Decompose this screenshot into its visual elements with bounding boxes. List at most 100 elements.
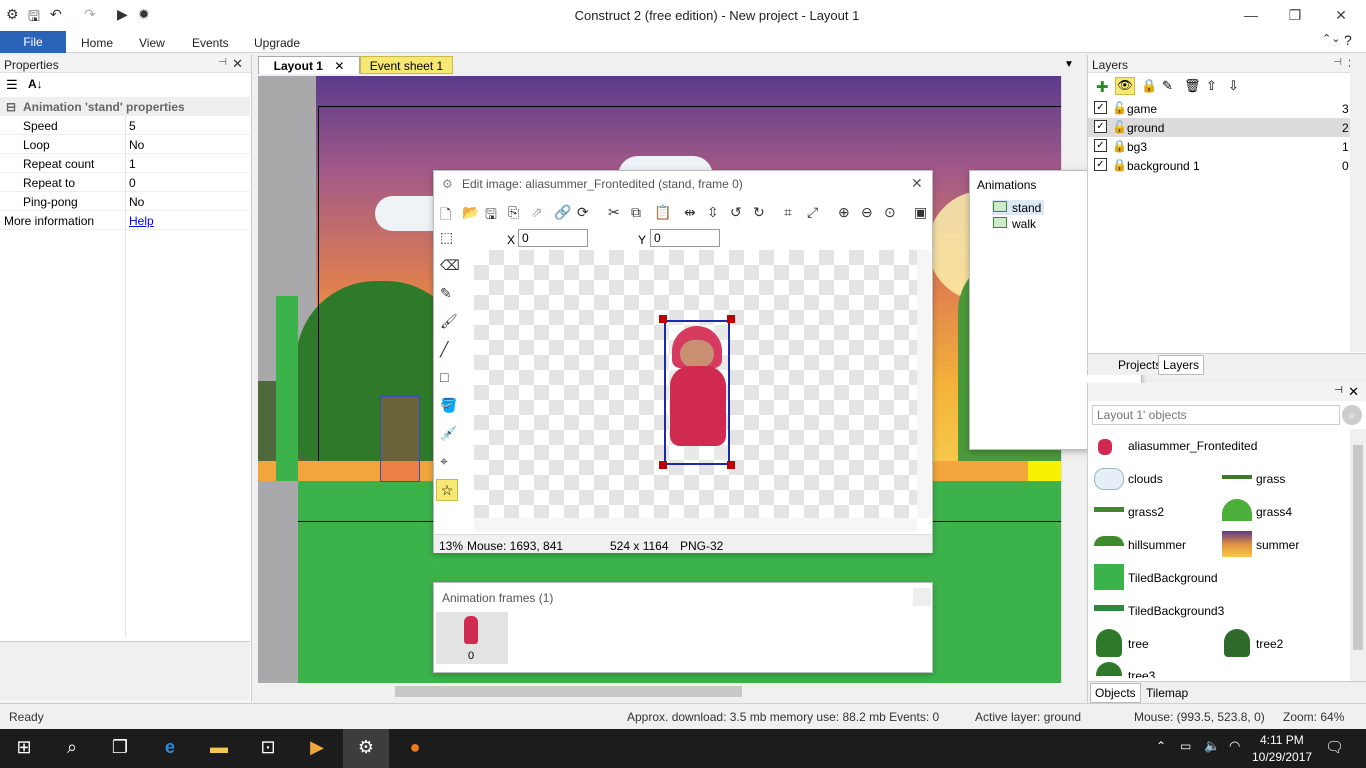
move-down-icon[interactable]: ⇩ <box>1228 78 1239 94</box>
brush-icon[interactable]: 🖌 <box>440 313 458 330</box>
flip-icon[interactable]: ⇳ <box>707 204 719 221</box>
search-icon[interactable]: ⌕ <box>57 737 87 758</box>
tab-projects[interactable]: Projects <box>1118 358 1161 372</box>
pin-icon[interactable]: ⊣ <box>1334 385 1343 396</box>
copy-icon[interactable]: ⧉ <box>631 204 641 221</box>
layer-row-game[interactable]: ✓ 🔓 game 3 <box>1088 99 1358 118</box>
eraser-icon[interactable]: ⌫ <box>440 257 460 274</box>
object-grass4[interactable]: grass4 <box>1256 505 1292 519</box>
pencil-icon[interactable]: ✎ <box>440 285 452 302</box>
close-icon[interactable]: ✕ <box>334 59 344 73</box>
tray-chevron-icon[interactable]: ⌃ <box>1156 739 1166 753</box>
tab-view[interactable]: View <box>139 36 165 50</box>
visible-checkbox[interactable]: ✓ <box>1094 120 1107 133</box>
network-icon[interactable]: ▭ <box>1180 739 1191 753</box>
unlocked-icon[interactable]: 🔓 <box>1112 120 1127 134</box>
firefox-icon[interactable]: ● <box>400 737 430 758</box>
object-hillsummer[interactable]: hillsummer <box>1128 538 1186 552</box>
color-picker-icon[interactable]: 💉 <box>440 425 457 442</box>
unlocked-icon[interactable]: 🔓 <box>1112 101 1127 115</box>
start-icon[interactable]: ⊞ <box>9 737 39 758</box>
tab-layout-1[interactable]: Layout 1 ✕ <box>258 56 360 74</box>
origin-icon[interactable]: ⌖ <box>440 453 448 470</box>
zoom-in-icon[interactable]: ⊕ <box>838 204 850 221</box>
x-input[interactable] <box>518 229 588 247</box>
new-icon[interactable]: 🗋 <box>440 204 451 228</box>
delete-icon[interactable]: 🗑 <box>1184 78 1201 94</box>
horizontal-scrollbar[interactable] <box>258 683 1061 700</box>
layer-row-bg3[interactable]: ✓ 🔒 bg3 1 <box>1088 137 1358 156</box>
pin-icon[interactable]: ⊣ <box>1333 57 1342 68</box>
edit-icon[interactable]: ✎ <box>1162 78 1173 94</box>
mirror-icon[interactable]: ⇹ <box>684 204 696 221</box>
image-points-icon[interactable]: ☆ <box>436 479 458 501</box>
prop-row-repeat-to[interactable]: Repeat to 0 <box>0 173 250 192</box>
rectangle-select-icon[interactable]: ⬚ <box>440 229 453 246</box>
help-link[interactable]: Help <box>129 214 154 228</box>
visible-checkbox[interactable]: ✓ <box>1094 101 1107 114</box>
prop-row-loop[interactable]: Loop No <box>0 135 250 154</box>
object-tree2[interactable]: tree2 <box>1256 637 1283 651</box>
categorized-icon[interactable]: ☰ <box>6 77 18 93</box>
sprite-image[interactable] <box>664 320 730 465</box>
export-icon[interactable]: ⇗ <box>531 204 543 221</box>
close-icon[interactable]: ✕ <box>1348 384 1359 400</box>
prop-value[interactable]: 1 <box>129 157 136 171</box>
frame-thumbnail[interactable]: 0 <box>436 612 508 664</box>
vertical-scrollbar[interactable] <box>1350 55 1366 352</box>
vertical-scrollbar[interactable] <box>1350 429 1366 681</box>
tab-dropdown-icon[interactable]: ▼ <box>1064 59 1074 70</box>
image-canvas[interactable] <box>474 250 917 518</box>
clock-time[interactable]: 4:11 PM <box>1260 733 1304 747</box>
object-summer[interactable]: summer <box>1256 538 1299 552</box>
y-input[interactable] <box>650 229 720 247</box>
object-aliasummer[interactable]: aliasummer_Frontedited <box>1128 439 1257 453</box>
help-icon[interactable]: ? <box>1344 32 1352 48</box>
construct-taskbar-button[interactable]: ⚙ <box>343 729 389 768</box>
search-icon[interactable]: ⌕ <box>1342 405 1362 425</box>
object-tree3[interactable]: tree3 <box>1128 669 1155 678</box>
object-tree[interactable]: tree <box>1128 637 1149 651</box>
zoom-out-icon[interactable]: ⊖ <box>861 204 873 221</box>
tab-event-sheet-1[interactable]: Event sheet 1 <box>360 56 453 74</box>
clock-date[interactable]: 10/29/2017 <box>1252 750 1312 764</box>
object-grass2[interactable]: grass2 <box>1128 505 1164 519</box>
close-icon[interactable]: ✕ <box>911 175 923 192</box>
tab-layers[interactable]: Layers <box>1158 355 1205 375</box>
layer-row-background-1[interactable]: ✓ 🔒 background 1 0 <box>1088 156 1358 175</box>
media-player-icon[interactable]: ▶ <box>302 737 332 758</box>
frames-close-button[interactable] <box>913 588 931 606</box>
paste-icon[interactable]: 📋 <box>654 204 671 221</box>
object-tiledbackground3[interactable]: TiledBackground3 <box>1128 604 1224 618</box>
edge-icon[interactable]: e <box>155 737 185 758</box>
visible-checkbox[interactable]: ✓ <box>1094 158 1107 171</box>
tab-events[interactable]: Events <box>192 36 229 50</box>
lock-icon[interactable]: 🔒 <box>1141 78 1157 94</box>
rotate-ccw-icon[interactable]: ↺ <box>730 204 742 221</box>
volume-icon[interactable]: 🔈 <box>1204 738 1220 754</box>
restore-button[interactable]: ❐ <box>1272 4 1318 28</box>
minimize-button[interactable]: — <box>1228 4 1274 28</box>
refresh-icon[interactable]: ⟳ <box>577 204 589 221</box>
store-icon[interactable]: ⊡ <box>253 737 283 758</box>
fill-icon[interactable]: 🪣 <box>440 397 457 414</box>
link-icon[interactable]: 🔗 <box>554 204 571 221</box>
file-tab[interactable]: File <box>0 31 66 53</box>
tab-tilemap[interactable]: Tilemap <box>1146 686 1188 700</box>
properties-section[interactable]: ⊟ Animation 'stand' properties <box>0 97 250 116</box>
rotate-cw-icon[interactable]: ↻ <box>753 204 765 221</box>
line-icon[interactable]: ╱ <box>440 341 448 358</box>
resize-icon[interactable]: ⤢ <box>807 204 818 221</box>
notifications-icon[interactable]: 🗨 <box>1325 738 1344 756</box>
tab-objects[interactable]: Objects <box>1090 683 1141 703</box>
animation-item-walk[interactable]: walk <box>992 216 1044 231</box>
prop-row-speed[interactable]: Speed 5 <box>0 116 250 135</box>
zoom-reset-icon[interactable]: ⊙ <box>884 204 896 221</box>
eye-icon[interactable]: 👁 <box>1115 77 1135 95</box>
horizontal-scrollbar[interactable] <box>474 518 917 532</box>
animation-item-stand[interactable]: stand <box>992 200 1044 215</box>
save-as-icon[interactable]: ⎘ <box>508 204 519 221</box>
prop-row-repeat-count[interactable]: Repeat count 1 <box>0 154 250 173</box>
image-icon[interactable]: ▣ <box>914 204 927 221</box>
object-clouds[interactable]: clouds <box>1128 472 1163 486</box>
